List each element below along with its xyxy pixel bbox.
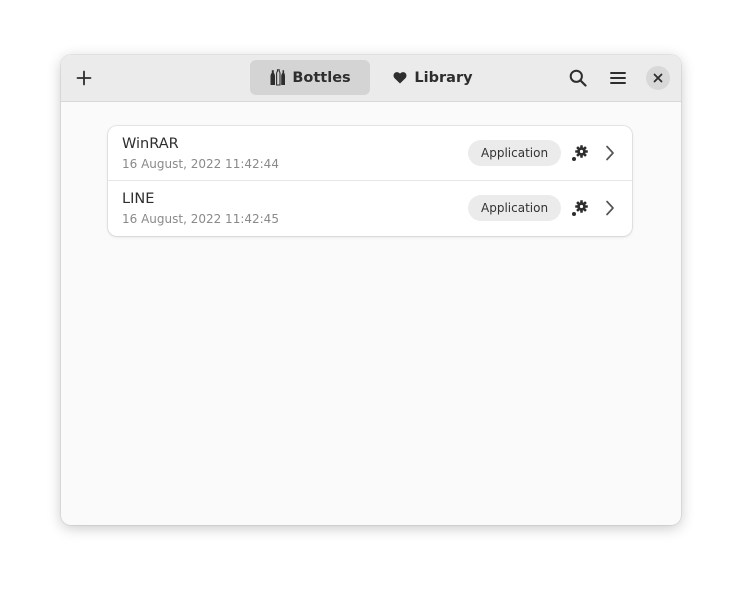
heart-icon [393, 72, 407, 84]
view-switcher: Bottles Library [250, 60, 496, 95]
run-executable-button[interactable] [568, 141, 592, 165]
bottle-name: WinRAR [122, 136, 179, 152]
run-executable-button[interactable] [568, 196, 592, 220]
header-bar: Bottles Library [61, 55, 681, 102]
chevron-right-icon[interactable] [602, 197, 618, 219]
tab-bottles[interactable]: Bottles [250, 60, 370, 95]
main-menu-button[interactable] [603, 62, 633, 94]
plus-icon [76, 70, 92, 86]
list-item[interactable]: LINE 16 August, 2022 11:42:45 Applicatio… [108, 181, 632, 236]
bottles-icon [270, 69, 286, 86]
tab-library-label: Library [414, 69, 473, 86]
gear-run-icon [572, 200, 588, 216]
bottles-list: WinRAR 16 August, 2022 11:42:44 Applicat… [108, 126, 632, 236]
bottle-date: 16 August, 2022 11:42:44 [122, 157, 279, 171]
list-item[interactable]: WinRAR 16 August, 2022 11:42:44 Applicat… [108, 126, 632, 181]
bottle-name: LINE [122, 191, 155, 207]
search-icon [569, 69, 587, 87]
environment-badge[interactable]: Application [468, 140, 562, 166]
gear-run-icon [572, 145, 588, 161]
hamburger-menu-icon [610, 72, 626, 84]
tab-library[interactable]: Library [370, 60, 496, 95]
bottle-date: 16 August, 2022 11:42:45 [122, 212, 279, 226]
close-icon [653, 73, 663, 83]
close-window-button[interactable] [646, 66, 670, 90]
bottles-window: Bottles Library WinRAR 16 August, 2022 1… [61, 55, 681, 525]
search-button[interactable] [563, 62, 593, 94]
environment-badge[interactable]: Application [468, 195, 562, 221]
tab-bottles-label: Bottles [292, 69, 351, 86]
chevron-right-icon[interactable] [602, 142, 618, 164]
add-bottle-button[interactable] [69, 62, 99, 94]
